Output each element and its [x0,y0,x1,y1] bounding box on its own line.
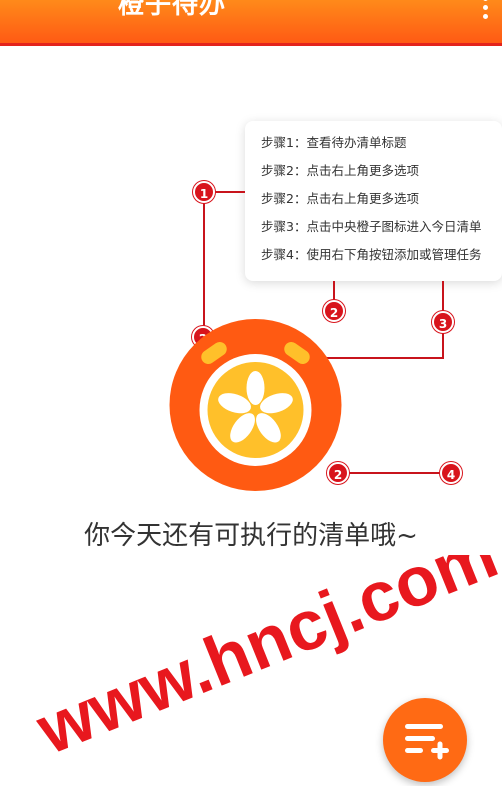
connector-line [442,333,444,358]
more-vertical-icon[interactable] [480,0,490,20]
page-title: 橙子待办 [118,0,227,20]
add-list-icon [405,724,449,760]
status-message: 你今天还有可执行的清单哦~ [84,521,418,551]
step-item: 步骤2：点击右上角更多选项 [261,191,419,206]
step-item: 步骤4：使用右下角按钮添加或管理任务 [261,247,482,262]
add-list-button[interactable] [383,698,467,782]
step-badge-4: 4 [440,462,462,484]
app-header: 橙子待办 [0,0,502,46]
orange-alarm-clock-icon[interactable] [167,318,344,492]
connector-line [203,202,205,327]
step-item: 步骤1：查看待办清单标题 [261,135,407,150]
connector-line [348,472,440,474]
step-item: 步骤3：点击中央橙子图标进入今日清单 [261,219,482,234]
step-badge-3: 3 [432,311,454,333]
step-item: 步骤2：点击右上角更多选项 [261,163,419,178]
connector-line [214,191,245,193]
steps-tooltip: 步骤1：查看待办清单标题 步骤2：点击右上角更多选项 步骤2：点击右上角更多选项… [245,121,502,281]
connector-line [442,281,444,311]
connector-line [333,281,335,301]
step-badge-1: 1 [193,181,215,203]
